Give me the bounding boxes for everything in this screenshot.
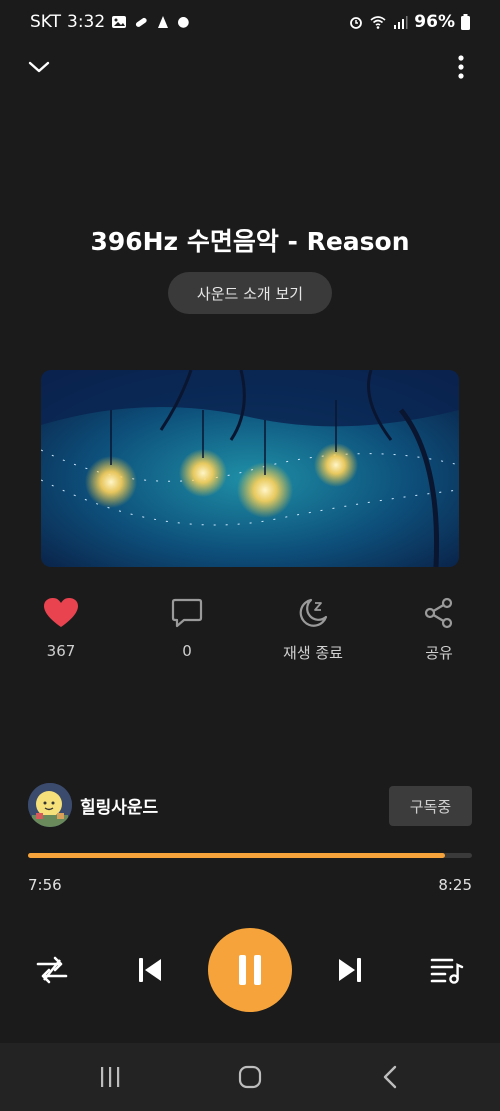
home-button[interactable] [230, 1057, 270, 1097]
collapse-button[interactable] [19, 47, 59, 87]
heart-icon [44, 598, 78, 627]
sound-intro-button[interactable]: 사운드 소개 보기 [168, 272, 332, 314]
battery-icon [461, 14, 470, 30]
more-vertical-icon [458, 55, 464, 79]
clock-label: 3:32 [67, 12, 106, 32]
share-label: 공유 [425, 644, 453, 662]
status-right: 96% [348, 12, 470, 32]
comment-icon [171, 598, 203, 628]
repeat-icon [36, 956, 68, 984]
battery-label: 96% [414, 12, 455, 32]
previous-icon [139, 958, 161, 982]
alarm-icon [350, 17, 363, 29]
previous-button[interactable] [130, 950, 170, 990]
notification-dot-icon: ● [177, 14, 190, 30]
track-title: 396Hz 수면음악 - Reason [90, 227, 410, 256]
progress-bar[interactable] [28, 853, 472, 858]
system-navigation-bar [0, 1043, 500, 1111]
sleep-timer-label: 재생 종료 [283, 644, 343, 662]
status-left: SKT 3:32 ● [30, 12, 189, 32]
total-time: 8:25 [438, 876, 472, 894]
channel-name[interactable]: 힐링사운드 [80, 793, 158, 818]
next-button[interactable] [330, 950, 370, 990]
sleep-timer-icon [299, 598, 328, 627]
sleep-timer-button[interactable]: 재생 종료 [263, 595, 363, 665]
carrier-label: SKT [30, 12, 62, 32]
chevron-down-icon [28, 61, 50, 73]
recent-apps-button[interactable] [90, 1057, 130, 1097]
like-count: 367 [46, 642, 76, 660]
channel-avatar[interactable] [28, 783, 72, 827]
like-button[interactable]: 367 [11, 595, 111, 665]
subscribe-button[interactable]: 구독중 [389, 786, 472, 826]
back-icon [383, 1065, 397, 1089]
progress-fill [28, 853, 446, 858]
album-artwork [41, 370, 459, 567]
gallery-notification-icon [112, 16, 127, 28]
wifi-icon [370, 16, 386, 29]
pause-icon [239, 955, 261, 985]
back-button[interactable] [370, 1057, 410, 1097]
playlist-button[interactable] [426, 950, 468, 990]
home-icon [238, 1065, 262, 1089]
signal-icon [394, 16, 408, 29]
more-options-button[interactable] [441, 47, 481, 87]
status-bar: SKT 3:32 ● 96% [0, 0, 500, 44]
pill-notification-icon [136, 17, 147, 27]
app-notification-icon [158, 16, 169, 28]
comment-count: 0 [182, 642, 192, 660]
current-time: 7:56 [28, 876, 62, 894]
recent-apps-icon [101, 1067, 120, 1087]
pause-button[interactable] [208, 928, 292, 1012]
next-icon [339, 958, 361, 982]
repeat-button[interactable] [30, 950, 74, 990]
share-button[interactable]: 공유 [389, 595, 489, 665]
comment-button[interactable]: 0 [137, 595, 237, 665]
playlist-icon [430, 958, 464, 984]
share-icon [424, 597, 453, 629]
